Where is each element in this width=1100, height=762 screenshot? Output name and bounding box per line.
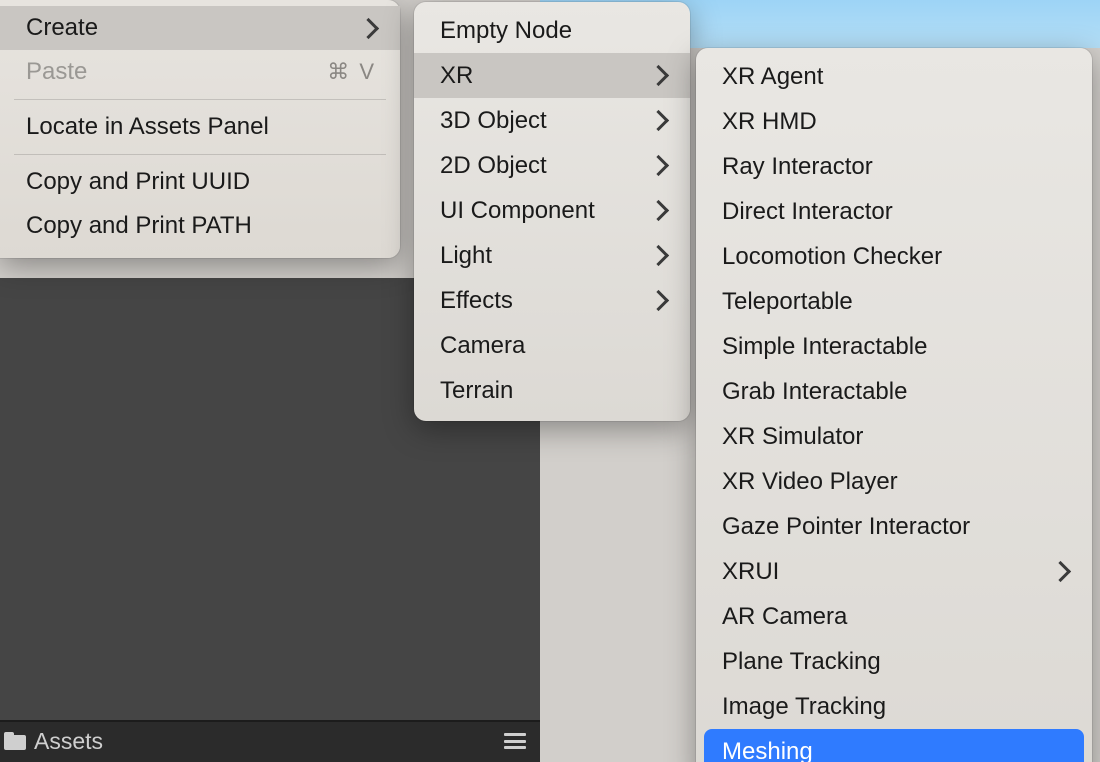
menu-item-label: Direct Interactor — [722, 198, 893, 226]
menu-item-xrui[interactable]: XRUI — [696, 549, 1092, 594]
menu-item-camera[interactable]: Camera — [414, 323, 690, 368]
folder-icon — [4, 732, 26, 750]
menu-item-label: XR HMD — [722, 108, 817, 136]
menu-item-effects[interactable]: Effects — [414, 278, 690, 323]
menu-item-simple-interactable[interactable]: Simple Interactable — [696, 324, 1092, 369]
xr-submenu: XR Agent XR HMD Ray Interactor Direct In… — [696, 48, 1092, 762]
menu-item-label: AR Camera — [722, 603, 847, 631]
chevron-right-icon — [1050, 561, 1071, 582]
create-submenu: Empty Node XR 3D Object 2D Object UI Com… — [414, 2, 690, 421]
menu-item-label: Create — [26, 14, 98, 42]
menu-item-locate-in-assets[interactable]: Locate in Assets Panel — [0, 105, 400, 149]
menu-item-gaze-pointer-interactor[interactable]: Gaze Pointer Interactor — [696, 504, 1092, 549]
assets-panel-divider — [0, 720, 540, 722]
menu-item-terrain[interactable]: Terrain — [414, 368, 690, 413]
menu-item-copy-path[interactable]: Copy and Print PATH — [0, 204, 400, 248]
menu-item-copy-uuid[interactable]: Copy and Print UUID — [0, 160, 400, 204]
menu-item-empty-node[interactable]: Empty Node — [414, 8, 690, 53]
menu-item-ar-camera[interactable]: AR Camera — [696, 594, 1092, 639]
menu-item-label: XR Agent — [722, 63, 823, 91]
menu-item-label: Effects — [440, 287, 513, 315]
menu-item-label: Paste — [26, 58, 87, 86]
assets-panel-header[interactable]: Assets — [0, 720, 540, 762]
assets-panel-label: Assets — [34, 728, 103, 755]
menu-item-meshing[interactable]: Meshing — [704, 729, 1084, 762]
menu-item-label: Grab Interactable — [722, 378, 907, 406]
menu-item-3d-object[interactable]: 3D Object — [414, 98, 690, 143]
context-menu: Create Paste ⌘ V Locate in Assets Panel … — [0, 0, 400, 258]
menu-item-plane-tracking[interactable]: Plane Tracking — [696, 639, 1092, 684]
menu-item-grab-interactable[interactable]: Grab Interactable — [696, 369, 1092, 414]
menu-item-xr[interactable]: XR — [414, 53, 690, 98]
menu-item-label: Simple Interactable — [722, 333, 927, 361]
menu-item-label: UI Component — [440, 197, 595, 225]
menu-item-label: Meshing — [722, 738, 813, 762]
menu-item-label: Terrain — [440, 377, 513, 405]
menu-item-label: Ray Interactor — [722, 153, 873, 181]
menu-item-paste: Paste ⌘ V — [0, 50, 400, 94]
menu-item-direct-interactor[interactable]: Direct Interactor — [696, 189, 1092, 234]
chevron-right-icon — [648, 65, 669, 86]
menu-item-label: XR Video Player — [722, 468, 898, 496]
menu-item-xr-simulator[interactable]: XR Simulator — [696, 414, 1092, 459]
menu-item-ui-component[interactable]: UI Component — [414, 188, 690, 233]
chevron-right-icon — [358, 17, 379, 38]
menu-item-label: Gaze Pointer Interactor — [722, 513, 970, 541]
menu-item-label: XR Simulator — [722, 423, 863, 451]
menu-item-label: Locomotion Checker — [722, 243, 942, 271]
chevron-right-icon — [648, 290, 669, 311]
menu-item-locomotion-checker[interactable]: Locomotion Checker — [696, 234, 1092, 279]
menu-item-label: Copy and Print PATH — [26, 212, 252, 240]
menu-item-label: 2D Object — [440, 152, 547, 180]
menu-item-label: XR — [440, 62, 473, 90]
menu-item-create[interactable]: Create — [0, 6, 400, 50]
menu-item-label: Copy and Print UUID — [26, 168, 250, 196]
menu-item-label: 3D Object — [440, 107, 547, 135]
menu-item-label: Teleportable — [722, 288, 853, 316]
chevron-right-icon — [648, 200, 669, 221]
chevron-right-icon — [648, 110, 669, 131]
menu-item-xr-agent[interactable]: XR Agent — [696, 54, 1092, 99]
menu-item-label: Empty Node — [440, 17, 572, 45]
menu-item-shortcut: ⌘ V — [327, 59, 376, 85]
menu-item-label: Plane Tracking — [722, 648, 881, 676]
menu-item-label: Image Tracking — [722, 693, 886, 721]
menu-item-image-tracking[interactable]: Image Tracking — [696, 684, 1092, 729]
menu-item-label: Light — [440, 242, 492, 270]
menu-item-label: Camera — [440, 332, 525, 360]
menu-item-ray-interactor[interactable]: Ray Interactor — [696, 144, 1092, 189]
menu-item-xr-hmd[interactable]: XR HMD — [696, 99, 1092, 144]
menu-icon[interactable] — [504, 733, 526, 749]
chevron-right-icon — [648, 245, 669, 266]
chevron-right-icon — [648, 155, 669, 176]
menu-item-light[interactable]: Light — [414, 233, 690, 278]
menu-item-2d-object[interactable]: 2D Object — [414, 143, 690, 188]
menu-item-label: Locate in Assets Panel — [26, 113, 269, 141]
menu-item-xr-video-player[interactable]: XR Video Player — [696, 459, 1092, 504]
menu-item-label: XRUI — [722, 558, 779, 586]
menu-separator — [14, 154, 386, 155]
menu-item-teleportable[interactable]: Teleportable — [696, 279, 1092, 324]
menu-separator — [14, 99, 386, 100]
